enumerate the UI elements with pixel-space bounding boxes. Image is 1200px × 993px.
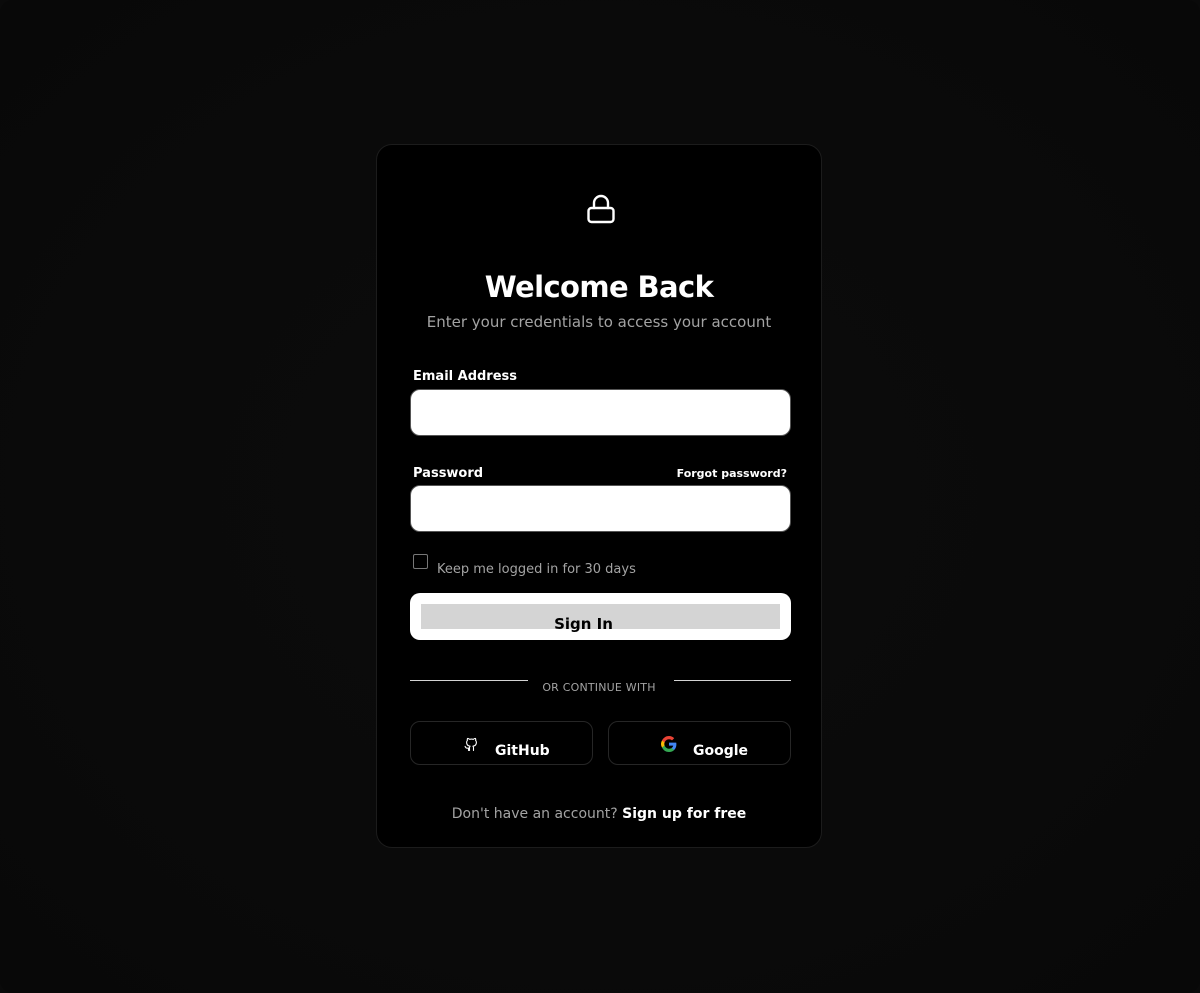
forgot-password-link[interactable]: Forgot password? [677, 467, 787, 480]
google-icon [661, 736, 677, 752]
password-input[interactable] [410, 485, 791, 532]
github-icon [464, 737, 477, 752]
signup-link[interactable]: Sign up for free [622, 806, 746, 822]
signup-prompt-text: Don't have an account? [451, 806, 618, 822]
google-button[interactable]: Google [608, 721, 791, 765]
login-card: Welcome Back Enter your credentials to a… [376, 144, 822, 848]
remember-me-checkbox[interactable] [413, 554, 428, 569]
password-label: Password [413, 466, 484, 481]
page-title: Welcome Back [484, 270, 714, 304]
github-button-label: GitHub [495, 743, 550, 759]
divider-text: OR CONTINUE WITH [542, 681, 656, 694]
github-button[interactable]: GitHub [410, 721, 593, 765]
sign-in-button[interactable]: Sign In [410, 593, 791, 640]
google-button-label: Google [693, 743, 749, 759]
lock-icon [587, 194, 615, 224]
email-label: Email Address [413, 369, 518, 384]
signup-prompt: Don't have an account? Sign up for free [377, 806, 821, 822]
page-subtitle: Enter your credentials to access your ac… [426, 313, 772, 331]
page-background: Welcome Back Enter your credentials to a… [0, 0, 1200, 993]
email-input[interactable] [410, 389, 791, 436]
sign-in-button-label: Sign In [554, 615, 613, 633]
remember-me-label: Keep me logged in for 30 days [437, 562, 636, 577]
